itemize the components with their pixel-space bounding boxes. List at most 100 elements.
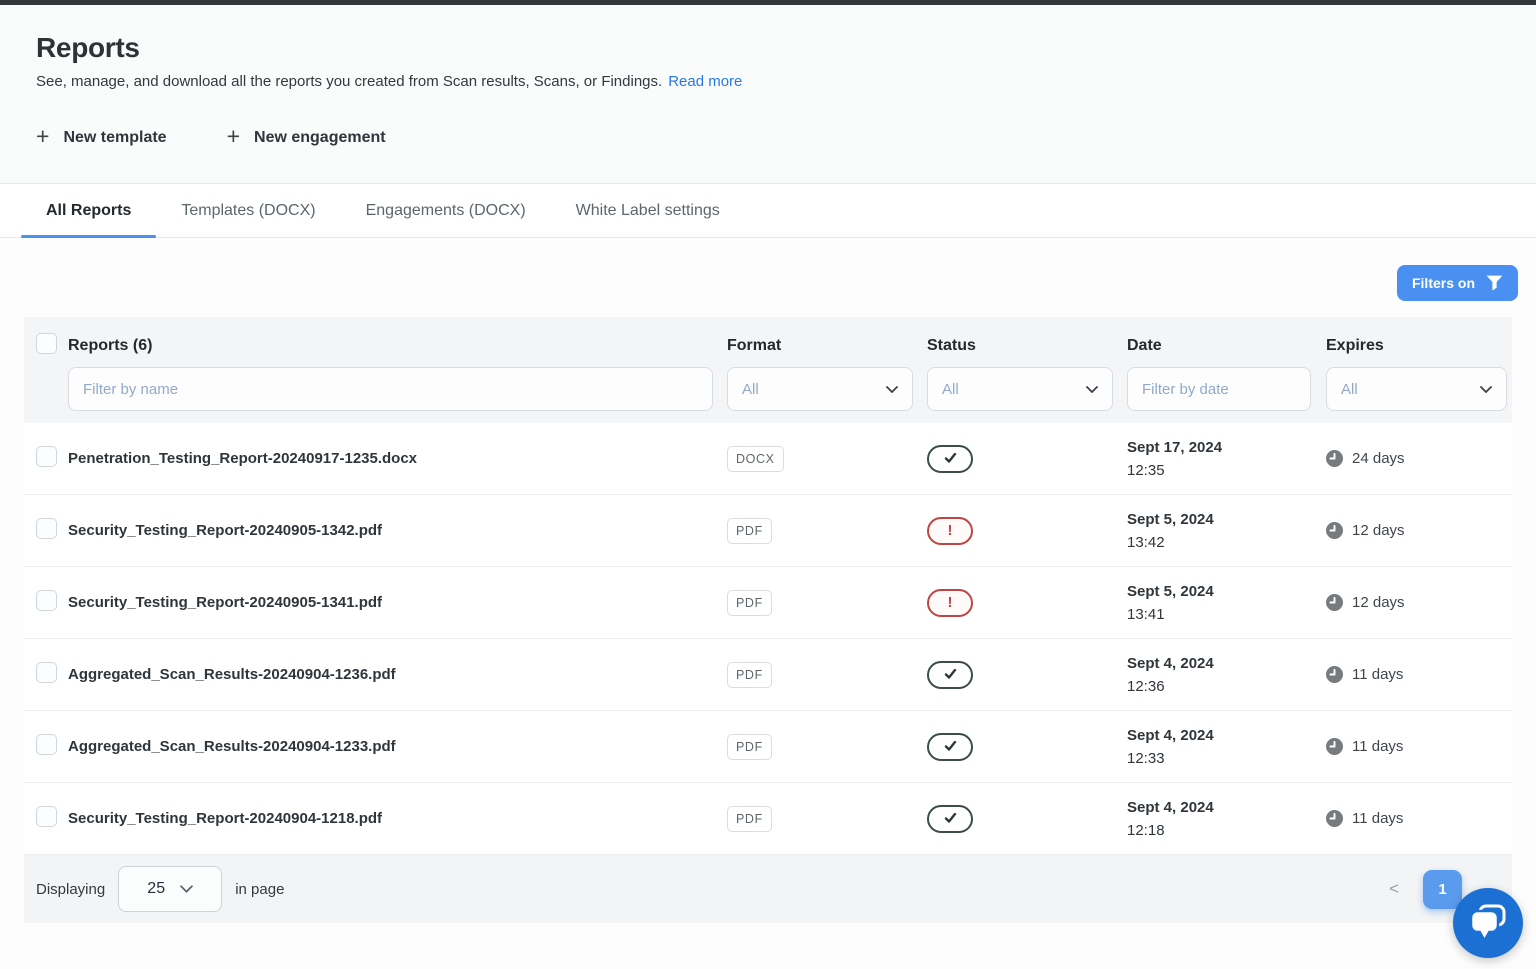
clock-icon: [1326, 594, 1343, 611]
table-row: Security_Testing_Report-20240905-1341.pd…: [24, 567, 1512, 639]
format-filter-select[interactable]: All: [727, 367, 913, 411]
displaying-label: Displaying: [36, 881, 105, 898]
report-name[interactable]: Aggregated_Scan_Results-20240904-1233.pd…: [68, 738, 396, 755]
tab-all-reports[interactable]: All Reports: [21, 184, 156, 237]
page-1-button[interactable]: 1: [1423, 870, 1462, 909]
report-time: 12:33: [1127, 747, 1326, 770]
format-badge: PDF: [727, 662, 772, 688]
header-actions: + New template + New engagement: [36, 127, 1500, 148]
filter-funnel-icon: [1486, 275, 1503, 291]
tab-bar: All Reports Templates (DOCX) Engagements…: [0, 184, 1536, 238]
expires-cell: 11 days: [1326, 666, 1512, 683]
expires-cell: 12 days: [1326, 594, 1512, 611]
table-row: Aggregated_Scan_Results-20240904-1236.pd…: [24, 639, 1512, 711]
expires-text: 12 days: [1352, 522, 1405, 539]
chevron-down-icon: [1086, 386, 1098, 393]
report-time: 12:36: [1127, 675, 1326, 698]
chevron-down-icon: [180, 885, 193, 893]
row-checkbox[interactable]: [36, 446, 57, 467]
chevron-down-icon: [1480, 386, 1492, 393]
page-description: See, manage, and download all the report…: [36, 73, 1500, 90]
expires-cell: 24 days: [1326, 450, 1512, 467]
expires-filter-select[interactable]: All: [1326, 367, 1507, 411]
row-checkbox[interactable]: [36, 518, 57, 539]
new-template-button[interactable]: + New template: [36, 127, 167, 148]
report-name[interactable]: Security_Testing_Report-20240904-1218.pd…: [68, 810, 382, 827]
expires-text: 12 days: [1352, 594, 1405, 611]
format-badge: DOCX: [727, 446, 784, 472]
report-name[interactable]: Security_Testing_Report-20240905-1341.pd…: [68, 594, 382, 611]
status-icon: [927, 445, 973, 473]
report-date: Sept 17, 2024: [1127, 436, 1326, 459]
filter-by-date-input[interactable]: [1127, 367, 1311, 411]
report-name[interactable]: Aggregated_Scan_Results-20240904-1236.pd…: [68, 666, 396, 683]
main-content: Filters on Reports (6) Format Status Dat…: [0, 238, 1536, 923]
reports-table: Reports (6) Format Status Date Expires A…: [24, 317, 1512, 923]
format-badge: PDF: [727, 518, 772, 544]
tab-engagements-docx[interactable]: Engagements (DOCX): [341, 184, 551, 237]
new-engagement-button[interactable]: + New engagement: [227, 127, 386, 148]
expires-cell: 12 days: [1326, 522, 1512, 539]
status-icon: [927, 805, 973, 833]
page-title: Reports: [36, 32, 1500, 64]
report-time: 12:35: [1127, 459, 1326, 482]
plus-icon: +: [227, 125, 240, 148]
in-page-label: in page: [235, 881, 284, 898]
report-date: Sept 5, 2024: [1127, 580, 1326, 603]
column-header-date: Date: [1127, 337, 1162, 354]
row-checkbox[interactable]: [36, 662, 57, 683]
expires-text: 11 days: [1352, 666, 1403, 683]
clock-icon: [1326, 810, 1343, 827]
page-size-select[interactable]: 25: [118, 866, 222, 912]
chat-launcher-button[interactable]: [1453, 888, 1523, 958]
report-time: 12:18: [1127, 819, 1326, 842]
row-checkbox[interactable]: [36, 734, 57, 755]
format-badge: PDF: [727, 590, 772, 616]
pagination-controls: < 1: [1389, 870, 1462, 909]
status-icon: !: [927, 517, 973, 545]
row-checkbox[interactable]: [36, 806, 57, 827]
table-row: Aggregated_Scan_Results-20240904-1233.pd…: [24, 711, 1512, 783]
status-icon: [927, 733, 973, 761]
report-name[interactable]: Penetration_Testing_Report-20240917-1235…: [68, 450, 417, 467]
column-header-status: Status: [927, 337, 976, 354]
read-more-link[interactable]: Read more: [668, 73, 742, 90]
tab-templates-docx[interactable]: Templates (DOCX): [156, 184, 340, 237]
format-badge: PDF: [727, 734, 772, 760]
select-all-checkbox[interactable]: [36, 333, 57, 354]
table-header-labels: Reports (6) Format Status Date Expires: [24, 317, 1512, 367]
report-name[interactable]: Security_Testing_Report-20240905-1342.pd…: [68, 522, 382, 539]
report-date: Sept 4, 2024: [1127, 724, 1326, 747]
filters-on-button[interactable]: Filters on: [1397, 265, 1518, 301]
expires-text: 11 days: [1352, 738, 1403, 755]
table-row: Penetration_Testing_Report-20240917-1235…: [24, 423, 1512, 495]
table-filter-row: All All All: [24, 367, 1512, 423]
report-time: 13:41: [1127, 603, 1326, 626]
column-header-format: Format: [727, 337, 781, 354]
format-badge: PDF: [727, 806, 772, 832]
page-header: Reports See, manage, and download all th…: [0, 5, 1536, 184]
previous-page-button[interactable]: <: [1389, 879, 1399, 899]
tab-white-label-settings[interactable]: White Label settings: [551, 184, 745, 237]
table-row: Security_Testing_Report-20240904-1218.pd…: [24, 783, 1512, 855]
report-date: Sept 4, 2024: [1127, 796, 1326, 819]
chat-bubbles-icon: [1468, 904, 1508, 942]
status-filter-select[interactable]: All: [927, 367, 1113, 411]
table-footer: Displaying 25 in page < 1: [24, 855, 1512, 923]
table-header: Reports (6) Format Status Date Expires A…: [24, 317, 1512, 423]
status-icon: [927, 661, 973, 689]
expires-cell: 11 days: [1326, 810, 1512, 827]
table-body: Penetration_Testing_Report-20240917-1235…: [24, 423, 1512, 855]
table-row: Security_Testing_Report-20240905-1342.pd…: [24, 495, 1512, 567]
expires-text: 11 days: [1352, 810, 1403, 827]
filter-by-name-input[interactable]: [68, 367, 713, 411]
report-date: Sept 5, 2024: [1127, 508, 1326, 531]
clock-icon: [1326, 522, 1343, 539]
clock-icon: [1326, 450, 1343, 467]
column-header-expires: Expires: [1326, 337, 1384, 354]
chevron-down-icon: [886, 386, 898, 393]
row-checkbox[interactable]: [36, 590, 57, 611]
report-time: 13:42: [1127, 531, 1326, 554]
status-icon: !: [927, 589, 973, 617]
filters-row: Filters on: [24, 238, 1518, 317]
